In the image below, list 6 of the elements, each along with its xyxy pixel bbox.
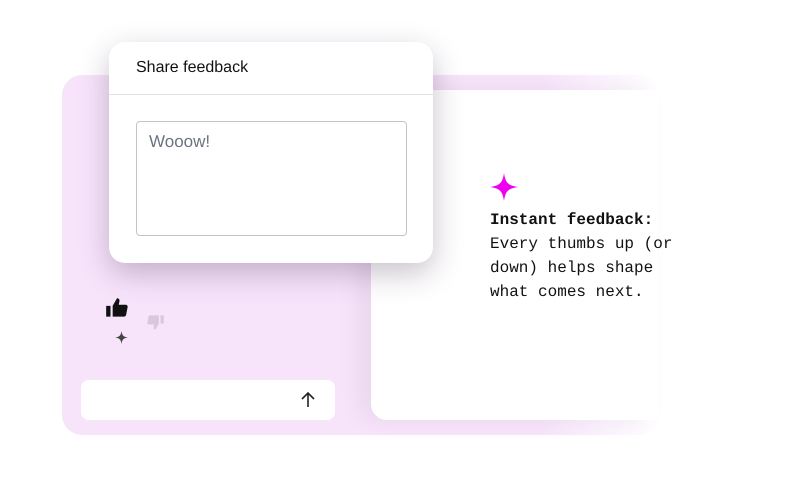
feedback-field[interactable]: Wooow! [136, 121, 407, 236]
sparkle-icon [490, 173, 518, 201]
message-input[interactable] [81, 380, 335, 420]
caption-text: Instant feedback: Every thumbs up (or down) helps shape what comes next. [490, 210, 674, 303]
sparkle-icon [115, 331, 128, 344]
dialog-title: Share feedback [136, 59, 248, 77]
